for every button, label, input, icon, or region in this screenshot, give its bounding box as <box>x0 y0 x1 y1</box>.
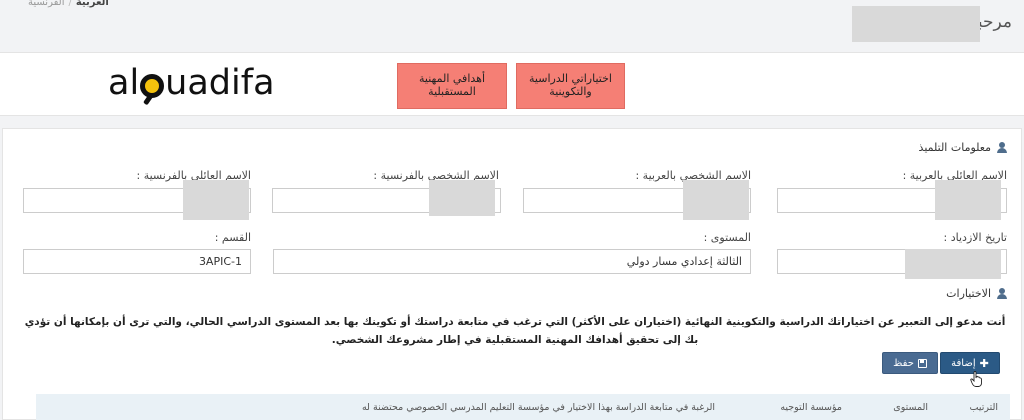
user-icon <box>997 288 1007 299</box>
level-field[interactable]: الثالثة إعدادي مسار دولي <box>273 249 751 274</box>
logo-text-end: uadifa <box>165 63 275 103</box>
magnifier-icon <box>140 74 165 98</box>
student-info-title-text: معلومات التلميذ <box>918 141 991 154</box>
redacted-birth-date <box>905 249 1001 279</box>
save-button[interactable]: حفظ <box>882 352 938 374</box>
lang-arabic-link[interactable]: العربية <box>76 0 109 8</box>
th-rank: الترتيب <box>969 402 998 413</box>
th-institution: مؤسسة التوجيه <box>780 402 842 413</box>
nav-bar: al uadifa اختياراتي الدراسية والتكوينية أ… <box>0 52 1024 116</box>
student-info-title: معلومات التلميذ <box>919 141 1007 154</box>
student-panel: معلومات التلميذ الاسم العائلي بالعربية :… <box>2 128 1022 420</box>
redacted-family-name-fr <box>183 180 249 220</box>
choices-title: الاختيارات <box>946 287 1007 300</box>
lang-french-link[interactable]: الفرنسية <box>28 0 64 8</box>
redacted-family-name-ar <box>935 180 1001 220</box>
my-choices-button[interactable]: اختياراتي الدراسية والتكوينية <box>516 63 625 109</box>
lang-separator: / <box>68 0 72 8</box>
redacted-username <box>852 6 980 42</box>
class-field[interactable]: 3APIC-1 <box>23 249 251 274</box>
my-goals-button[interactable]: أهدافي المهنية المستقبلية <box>397 63 507 109</box>
birth-date-label: تاريخ الازدياد : <box>943 231 1007 244</box>
user-icon <box>997 142 1007 153</box>
th-private-school-wish: الرغبة في متابعة الدراسة بهذا الاختيار ف… <box>361 402 715 413</box>
redacted-first-name-fr <box>429 180 495 216</box>
choices-table-header: الترتيب المستوى مؤسسة التوجيه الرغبة في … <box>36 394 1010 420</box>
th-level: المستوى <box>893 402 928 413</box>
add-button-label: إضافة <box>951 357 976 369</box>
redacted-first-name-ar <box>683 180 749 220</box>
plus-icon: ✚ <box>979 356 989 370</box>
level-label: المستوى : <box>703 231 751 244</box>
choices-intro-text: أنت مدعو إلى التعبير عن اختياراتك الدراس… <box>24 316 1006 346</box>
class-label: القسم : <box>214 231 251 244</box>
hand-cursor-icon <box>970 371 982 387</box>
choices-title-text: الاختيارات <box>946 287 991 300</box>
alouadifa-logo: al uadifa <box>108 63 275 103</box>
logo-text-start: al <box>108 63 140 103</box>
save-icon <box>917 358 927 368</box>
language-switcher: العربية / الفرنسية <box>28 0 109 8</box>
save-button-label: حفظ <box>893 357 914 369</box>
